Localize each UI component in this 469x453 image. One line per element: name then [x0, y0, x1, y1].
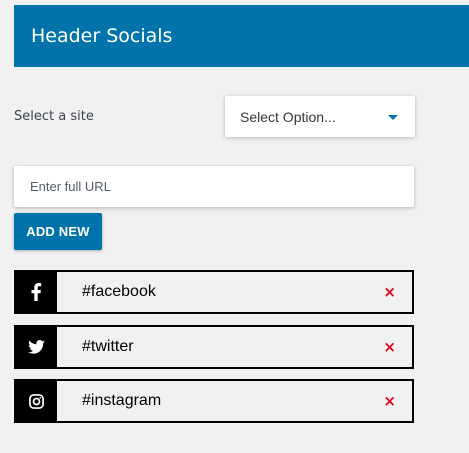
remove-icon[interactable]: ×: [383, 285, 396, 300]
site-select-label: Select a site: [14, 109, 94, 124]
social-handle: #twitter: [82, 338, 134, 355]
social-item-twitter: #twitter ×: [14, 325, 414, 369]
site-select-dropdown[interactable]: Select Option...: [225, 96, 415, 137]
site-select-value: Select Option...: [240, 108, 336, 125]
social-item-facebook: #facebook ×: [14, 270, 414, 314]
twitter-icon: [16, 327, 57, 367]
page-title: Header Socials: [31, 25, 173, 47]
url-input[interactable]: [14, 166, 414, 207]
chevron-down-icon: [388, 115, 398, 120]
social-item-instagram: #instagram ×: [14, 379, 414, 423]
facebook-icon: [16, 272, 57, 312]
header-bar: Header Socials: [14, 5, 469, 67]
remove-icon[interactable]: ×: [383, 340, 396, 355]
social-handle: #facebook: [82, 283, 156, 300]
remove-icon[interactable]: ×: [383, 394, 396, 409]
add-new-button[interactable]: ADD NEW: [14, 213, 102, 250]
social-handle: #instagram: [82, 392, 162, 409]
instagram-icon: [16, 381, 57, 421]
